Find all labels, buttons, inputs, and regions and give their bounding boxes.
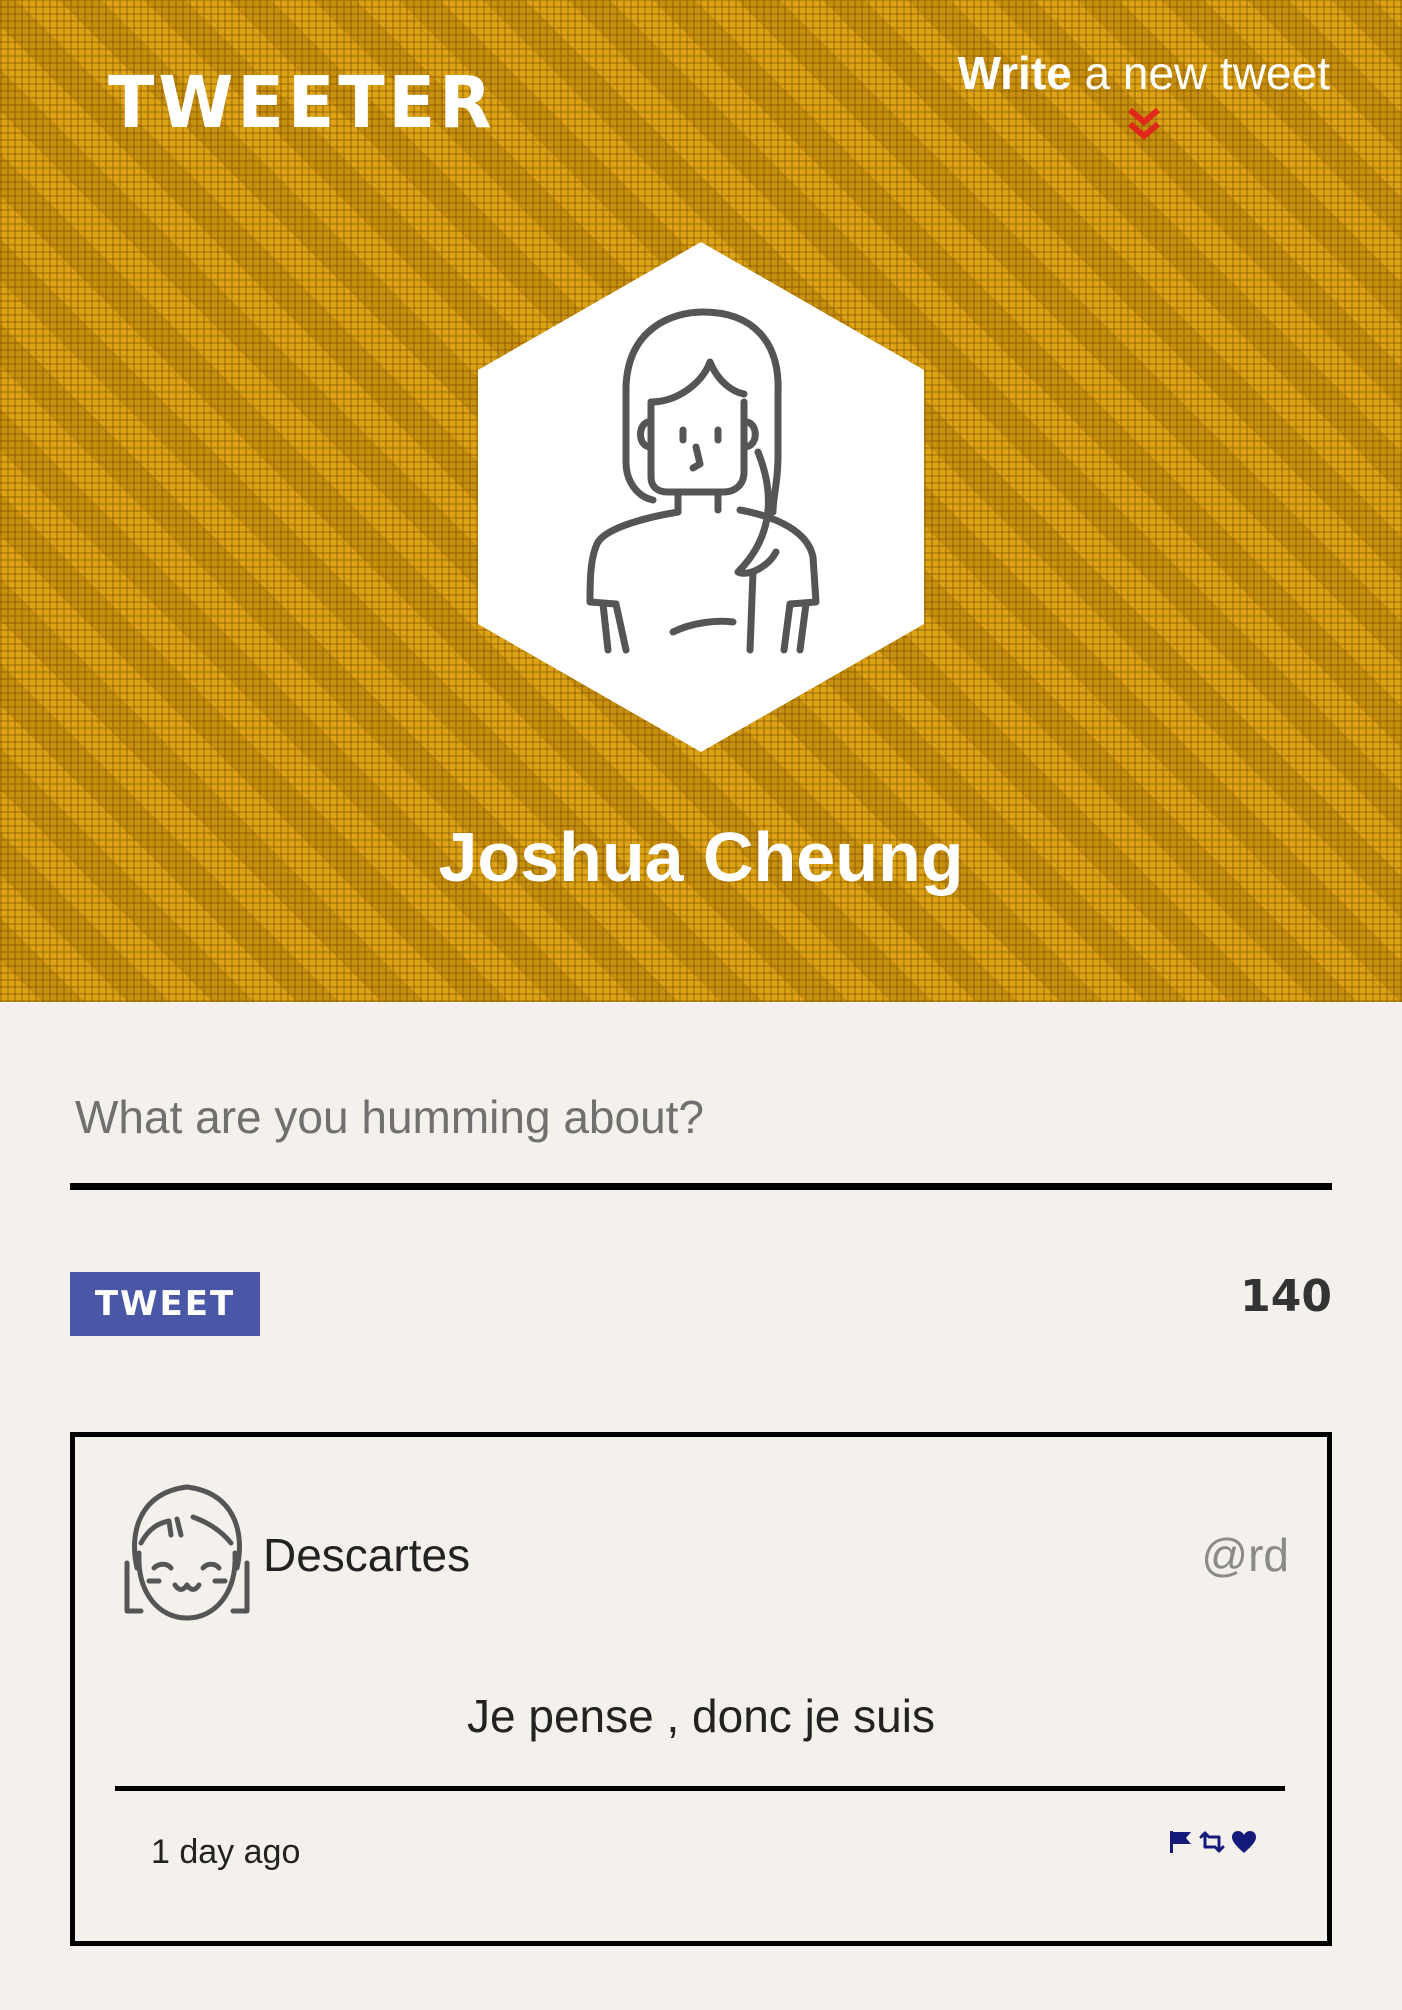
compose-toggle-strong: Write <box>957 47 1072 99</box>
tweet-timestamp: 1 day ago <box>151 1833 301 1871</box>
tweet-content: Je pense , donc je suis <box>467 1690 935 1742</box>
character-counter: 140 <box>1240 1271 1332 1322</box>
tweet-author-handle: @rd <box>1201 1529 1289 1581</box>
girl-avatar-icon <box>124 1484 250 1621</box>
tweet-composer: TWEET 140 <box>70 1070 1332 1336</box>
profile-header: TWEETER Write a new tweet Joshua Cheung <box>0 0 1402 1002</box>
compose-toggle-rest: a new tweet <box>1071 47 1331 99</box>
heart-icon[interactable] <box>1231 1829 1257 1855</box>
tweet-divider <box>115 1786 1285 1791</box>
write-new-tweet-toggle[interactable]: Write a new tweet <box>958 50 1330 144</box>
user-avatar-icon <box>478 242 924 752</box>
flag-icon[interactable] <box>1167 1829 1193 1855</box>
tweet-input[interactable] <box>70 1070 1332 1190</box>
tweet-actions <box>1167 1829 1257 1855</box>
tweet-author-name: Descartes <box>263 1529 471 1581</box>
retweet-icon[interactable] <box>1199 1829 1225 1855</box>
tweet-card: Descartes @rd Je pense , donc je suis 1 … <box>70 1432 1332 1946</box>
profile-name: Joshua Cheung <box>438 818 964 896</box>
tweet-submit-button[interactable]: TWEET <box>70 1272 260 1336</box>
double-chevron-down-icon <box>1127 107 1160 140</box>
app-logo: TWEETER <box>108 62 496 145</box>
